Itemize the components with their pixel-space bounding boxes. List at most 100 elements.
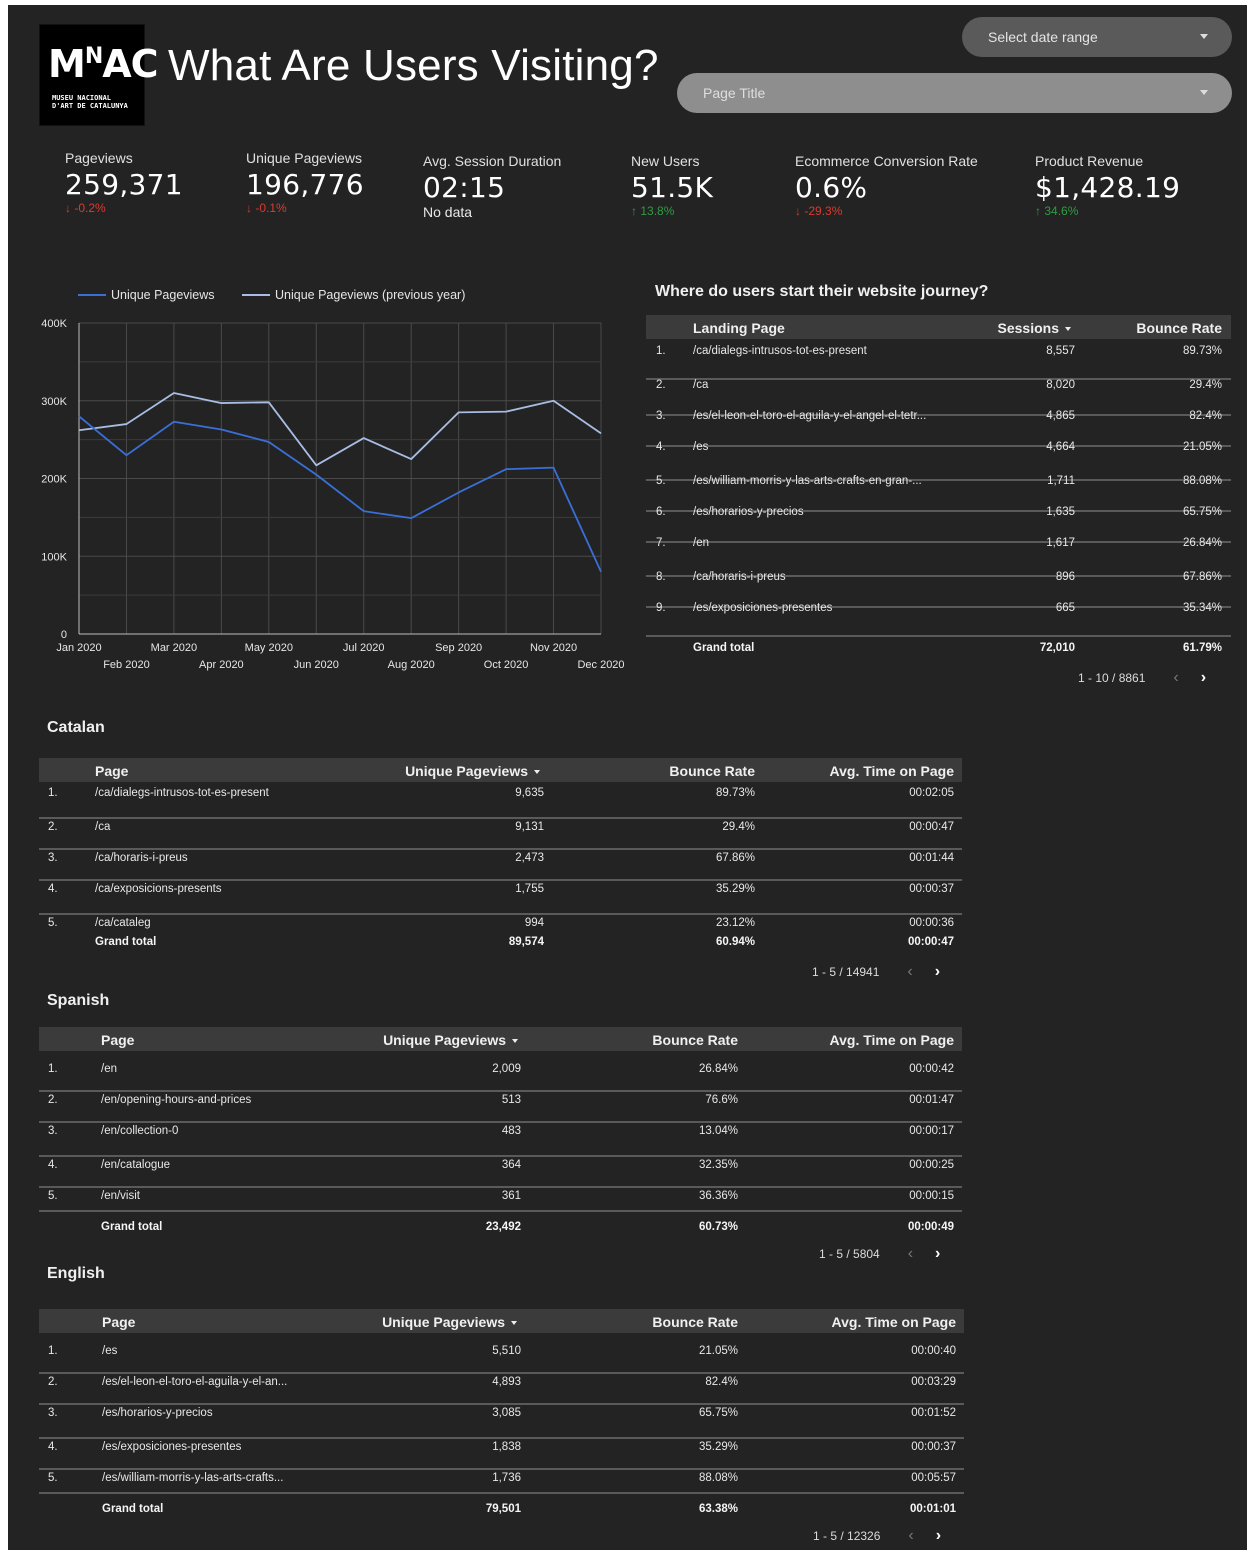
section-title-english: English — [47, 1265, 105, 1282]
sessions-cell: 1,635 — [1046, 506, 1075, 518]
row-index: 3. — [48, 852, 58, 864]
bounce-rate-cell: 82.4% — [705, 1376, 738, 1388]
table-row[interactable]: 2. /en/opening-hours-and-prices 513 76.6% 00… — [39, 1094, 962, 1123]
bounce-rate-cell: 35.34% — [1182, 602, 1222, 614]
page-cell: /es/horarios-y-precios — [102, 1407, 213, 1419]
column-header-page[interactable]: Page — [101, 1032, 134, 1048]
chevron-left-icon[interactable]: ‹ — [908, 1527, 913, 1545]
table-row[interactable]: 2. /es/el-leon-el-toro-el-aguila-y-el-an.… — [39, 1376, 964, 1405]
unique-pageviews-cell: 361 — [501, 1190, 521, 1202]
bounce-rate-cell: 32.35% — [698, 1159, 738, 1171]
column-header-page[interactable]: Page — [95, 763, 128, 779]
column-header-avg-time-on-page[interactable]: Avg. Time on Page — [832, 1314, 956, 1330]
date-range-dropdown[interactable]: Select date range — [962, 17, 1232, 57]
table-row[interactable]: 1. /en 2,009 26.84% 00:00:42 — [39, 1063, 962, 1092]
table-row[interactable]: 4. /en/catalogue 364 32.35% 00:00:25 — [39, 1159, 962, 1188]
column-header-unique-pageviews[interactable]: Unique Pageviews — [405, 763, 540, 779]
pager-text: 1 - 10 / 8861 — [1078, 671, 1146, 685]
sessions-cell: 665 — [1055, 602, 1075, 614]
chevron-down-icon — [1200, 90, 1208, 95]
table-row[interactable]: 4. /ca/exposicions-presents 1,755 35.29% 00:… — [39, 883, 962, 915]
avg-time-cell: 00:01:44 — [909, 852, 954, 864]
kpi-value: 0.6% — [795, 171, 868, 204]
column-header-landing-page[interactable]: Landing Page — [693, 320, 785, 336]
table-pager: 1 - 5 / 12326 ‹ › — [813, 1527, 941, 1545]
x-tick-label: Jun 2020 — [294, 659, 339, 671]
column-header-bounce-rate[interactable]: Bounce Rate — [652, 1032, 738, 1048]
row-index: 3. — [656, 410, 666, 422]
kpi-label: Ecommerce Conversion Rate — [795, 153, 978, 169]
chevron-right-icon[interactable]: › — [935, 1245, 940, 1263]
avg-time-cell: 00:00:42 — [909, 1063, 954, 1075]
page-cell: /ca — [95, 821, 111, 833]
grand-total-bounce-rate: 60.73% — [698, 1221, 738, 1233]
chevron-left-icon[interactable]: ‹ — [907, 963, 912, 981]
unique-pageviews-cell: 2,009 — [492, 1063, 521, 1075]
bounce-rate-cell: 67.86% — [715, 852, 755, 864]
page-cell: /es — [102, 1345, 118, 1357]
page-cell: /es/william-morris-y-las-arts-crafts... — [102, 1472, 284, 1484]
column-header-sessions[interactable]: Sessions — [998, 320, 1071, 336]
column-header-avg-time-on-page[interactable]: Avg. Time on Page — [830, 1032, 954, 1048]
column-header-unique-pageviews[interactable]: Unique Pageviews — [382, 1314, 517, 1330]
page-cell: /en/visit — [101, 1190, 140, 1202]
table-row[interactable]: 3. /es/horarios-y-precios 3,085 65.75% 00:01… — [39, 1407, 964, 1439]
sessions-cell: 896 — [1055, 571, 1075, 583]
date-range-placeholder: Select date range — [988, 29, 1098, 45]
arrow-down-icon: ↓ — [246, 201, 256, 215]
sessions-cell: 4,664 — [1046, 441, 1075, 453]
row-index: 6. — [656, 506, 666, 518]
column-header-bounce-rate[interactable]: Bounce Rate — [1136, 320, 1222, 336]
chart-svg: 0 100K 200K 300K 400K Jan 2020Feb 2020Mar 202… — [41, 288, 624, 671]
landing-page-cell: /ca — [693, 379, 709, 391]
avg-time-cell: 00:00:40 — [911, 1345, 956, 1357]
table-row[interactable]: 2. /ca 9,131 29.4% 00:00:47 — [39, 821, 962, 850]
table-row[interactable]: 3. /ca/horaris-i-preus 2,473 67.86% 00:01:44 — [39, 852, 962, 881]
table-row[interactable]: 4. /es/exposiciones-presentes 1,838 35.29% 0… — [39, 1441, 964, 1470]
column-header-page[interactable]: Page — [102, 1314, 135, 1330]
kpi-change: ↓ -29.3% — [795, 204, 843, 218]
row-index: 1. — [48, 787, 58, 799]
chevron-right-icon[interactable]: › — [935, 963, 940, 981]
grand-total-unique-pageviews: 23,492 — [485, 1221, 521, 1233]
table-row[interactable]: 5. /en/visit 361 36.36% 00:00:15 — [39, 1190, 962, 1212]
x-tick-label: Sep 2020 — [435, 642, 482, 654]
row-index: 2. — [48, 1094, 58, 1106]
table-row[interactable]: 1. /ca/dialegs-intrusos-tot-es-present 8,5… — [646, 345, 1231, 380]
table-header: Page Unique Pageviews Bounce Rate Avg. Time… — [39, 1027, 962, 1051]
x-tick-label: Oct 2020 — [484, 659, 529, 671]
chevron-right-icon[interactable]: › — [936, 1527, 941, 1545]
avg-time-cell: 00:00:17 — [909, 1125, 954, 1137]
column-header-avg-time-on-page[interactable]: Avg. Time on Page — [830, 763, 954, 779]
grand-total-label: Grand total — [693, 642, 755, 654]
column-header-bounce-rate[interactable]: Bounce Rate — [669, 763, 755, 779]
table-row[interactable]: 9. /es/exposiciones-presentes 665 35.34% — [646, 602, 1231, 637]
kpi-new-users: New Users 51.5K ↑ 13.8% — [631, 153, 713, 218]
x-tick-label: Nov 2020 — [530, 642, 577, 654]
table-row[interactable]: 1. /es 5,510 21.05% 00:00:40 — [39, 1345, 964, 1374]
avg-time-cell: 00:00:25 — [909, 1159, 954, 1171]
column-header-bounce-rate[interactable]: Bounce Rate — [652, 1314, 738, 1330]
kpi-change: No data — [423, 204, 473, 220]
sort-desc-icon — [512, 1039, 518, 1043]
chevron-left-icon[interactable]: ‹ — [908, 1245, 913, 1263]
row-index: 7. — [656, 537, 666, 549]
row-index: 9. — [656, 602, 666, 614]
grand-total-bounce-rate: 60.94% — [715, 936, 755, 948]
table-row[interactable]: 1. /ca/dialegs-intrusos-tot-es-present 9,6… — [39, 787, 962, 819]
table-row[interactable]: 3. /en/collection-0 483 13.04% 00:00:17 — [39, 1125, 962, 1157]
sessions-cell: 8,557 — [1046, 345, 1075, 357]
landing-page-cell: /es/exposiciones-presentes — [693, 602, 833, 614]
table-row[interactable]: 5. /es/william-morris-y-las-arts-crafts..… — [39, 1472, 964, 1494]
kpi-ecommerce-conversion-rate: Ecommerce Conversion Rate 0.6% ↓ -29.3% — [795, 153, 978, 218]
landing-page-cell: /es/horarios-y-precios — [693, 506, 804, 518]
column-header-unique-pageviews[interactable]: Unique Pageviews — [383, 1032, 518, 1048]
row-index: 8. — [656, 571, 666, 583]
grand-total-avg-time: 00:00:49 — [907, 1221, 954, 1233]
logo-subtitle: MUSEU NACIONAL D'ART DE CATALUNYA — [52, 94, 128, 110]
chevron-right-icon[interactable]: › — [1201, 669, 1206, 687]
x-tick-label: Feb 2020 — [103, 659, 149, 671]
avg-time-cell: 00:05:57 — [911, 1472, 956, 1484]
page-title-filter[interactable]: Page Title — [677, 73, 1232, 113]
chevron-left-icon[interactable]: ‹ — [1173, 669, 1178, 687]
